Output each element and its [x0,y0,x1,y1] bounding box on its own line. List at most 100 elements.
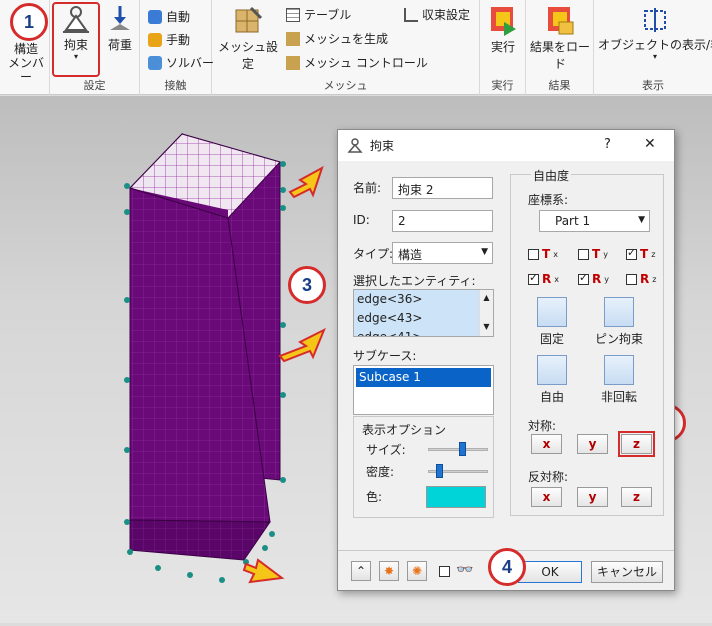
dof-tz[interactable]: Tz [626,246,655,261]
dof-label: R [592,272,602,286]
entity-item[interactable]: edge<41> [354,328,493,336]
size-slider-thumb[interactable] [458,442,466,456]
contact-solver-label: ソルバー [166,56,215,70]
dof-checkbox[interactable] [528,271,539,285]
object-display-label: オブジェクトの表示/非表 [598,38,712,52]
antisymmetry-label: 反対称: [528,470,569,484]
object-display-button[interactable]: オブジェクトの表示/非表 ▾ [598,6,712,61]
generate-mesh-button[interactable]: メッシュを生成 [286,30,388,47]
load-button[interactable]: 荷重 [102,4,138,53]
dof-checkbox[interactable] [578,271,589,285]
auto-contact-icon [148,9,162,24]
mesh-control-button[interactable]: メッシュ コントロール [286,54,428,71]
name-input[interactable]: 拘束 2 [392,177,493,199]
structural-member-label-1: 構造 [13,42,38,56]
entity-item[interactable]: edge<43> [354,309,493,328]
scroll-up-icon[interactable]: ▲ [480,293,493,302]
id-label: ID: [353,213,370,227]
generate-mesh-label: メッシュを生成 [304,32,389,46]
dof-rx[interactable]: Rx [528,271,559,286]
entities-scrollbar[interactable]: ▲ ▼ [479,290,493,336]
scroll-down-icon[interactable]: ▼ [480,322,493,331]
preset-pin-button[interactable]: ピン拘束 [589,297,649,347]
density-slider-thumb[interactable] [436,464,444,478]
dof-checkbox[interactable] [578,248,589,260]
ribbon-group-display: オブジェクトの表示/非表 ▾ 表示 [594,0,712,95]
constraint-icon [347,137,363,153]
dof-ry[interactable]: Ry [578,271,609,286]
dialog-titlebar[interactable]: 拘束 ? ✕ [338,130,674,161]
structural-member-label-2: メンバー [7,56,44,84]
close-button[interactable]: ✕ [644,136,656,152]
ribbon-group-run: 実行 実行 [480,0,526,95]
dof-checkbox[interactable] [626,246,637,260]
dof-checkbox[interactable] [626,273,637,285]
mesh-settings-icon [235,6,263,33]
color-label: 色: [366,490,383,504]
dof-rz[interactable]: Rz [626,272,656,286]
highlight-all-button[interactable]: ✺ [407,561,427,581]
chevron-up-icon: ⌃ [355,564,367,578]
cancel-button[interactable]: キャンセル [591,561,663,583]
color-swatch[interactable] [426,486,486,508]
load-results-icon [548,7,574,35]
collapse-button[interactable]: ⌃ [351,561,371,581]
mesh-table-button[interactable]: テーブル [286,6,351,23]
dof-title: 自由度 [531,167,572,184]
dof-ty[interactable]: Ty [578,247,608,261]
dof-label: R [640,272,650,286]
symmetry-y-button[interactable]: y [577,434,608,454]
dof-tx[interactable]: Tx [528,247,558,261]
subcase-list[interactable]: Subcase 1 [353,365,494,415]
run-button[interactable]: 実行 [484,4,522,55]
coord-system-select[interactable]: Part 1 ▼ [539,210,650,232]
coord-system-label: 座標系: [528,193,569,207]
contact-auto-button[interactable]: 自動 [148,8,190,25]
dropdown-arrow-icon: ▾ [73,52,78,61]
contact-solver-button[interactable]: ソルバー [148,54,214,71]
subcase-item[interactable]: Subcase 1 [356,368,491,387]
display-group-label: 表示 [642,79,664,92]
constraint-button[interactable]: 拘束 ▾ [52,2,100,77]
generate-mesh-icon [286,31,300,46]
settings-group-label: 設定 [83,79,106,92]
load-results-button[interactable]: 結果をロード [528,4,592,72]
display-options-frame: 表示オプション サイズ: 密度: 色: [353,416,494,518]
run-group-label: 実行 [491,79,514,92]
free-icon [537,355,567,385]
type-select[interactable]: 構造 ▼ [392,242,493,264]
antisymmetry-x-button[interactable]: x [531,487,562,507]
show-checkbox[interactable] [439,566,450,577]
help-button[interactable]: ? [604,137,611,152]
mesh-control-icon [286,55,300,70]
load-icon [110,6,130,30]
dialog-title: 拘束 [370,139,395,153]
load-results-label: 結果をロード [529,40,590,71]
entity-item[interactable]: edge<36> [354,290,493,309]
dof-checkbox[interactable] [528,248,539,260]
structural-member-button[interactable]: 構造 メンバー [4,42,48,84]
symmetry-z-button[interactable]: z [618,431,655,457]
constraint-icon [63,6,89,33]
convergence-settings-button[interactable]: 収束設定 [404,6,470,23]
antisymmetry-y-button[interactable]: y [577,487,608,507]
size-label: サイズ: [366,443,406,457]
type-select-value: 構造 [398,248,423,262]
coord-system-value: Part 1 [555,214,591,228]
id-input[interactable]: 2 [392,210,493,232]
dof-label: R [542,272,552,286]
preset-no-rotation-button[interactable]: 非回転 [589,355,649,405]
preset-free-button[interactable]: 自由 [531,355,573,405]
preset-fixed-button[interactable]: 固定 [531,297,573,347]
dof-label: T [542,247,551,261]
dof-subscript: x [554,274,559,284]
constraint-label: 拘束 [63,38,88,52]
antisymmetry-z-button[interactable]: z [621,487,652,507]
symmetry-x-button[interactable]: x [531,434,562,454]
highlight-button[interactable]: ✸ [379,561,399,581]
entities-list[interactable]: edge<36> edge<43> edge<41> ▲ ▼ [353,289,494,337]
ok-button[interactable]: OK [518,561,582,583]
contact-manual-button[interactable]: 手動 [148,31,190,48]
load-label: 荷重 [107,38,132,52]
mesh-settings-button[interactable]: メッシュ設定 [216,4,280,72]
